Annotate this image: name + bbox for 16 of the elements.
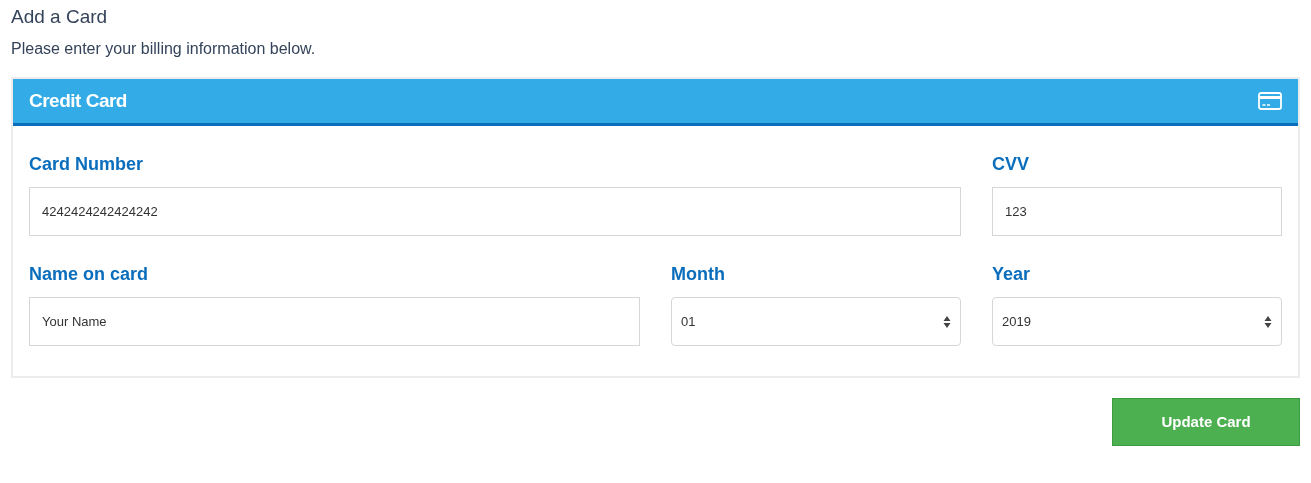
credit-card-icon [1258, 92, 1282, 110]
page-title: Add a Card [11, 5, 109, 29]
field-label: Month [671, 263, 726, 286]
text-field[interactable]: Your Name [29, 297, 640, 346]
field-label: Year [992, 263, 1032, 286]
field-label: Name on card [29, 263, 150, 286]
sort-arrows-icon [943, 314, 951, 329]
dropdown[interactable]: 2019 [992, 297, 1282, 346]
panel-title: Credit Card [29, 88, 127, 113]
page-subtitle: Please enter your billing information below. [11, 39, 317, 59]
text-field[interactable]: 123 [992, 187, 1282, 236]
dropdown[interactable]: 01 [671, 297, 961, 346]
sort-arrows-icon [1264, 314, 1272, 329]
field-label: Card Number [29, 153, 145, 176]
field-label: CVV [992, 153, 1030, 176]
text-field[interactable]: 4242424242424242 [29, 187, 961, 236]
